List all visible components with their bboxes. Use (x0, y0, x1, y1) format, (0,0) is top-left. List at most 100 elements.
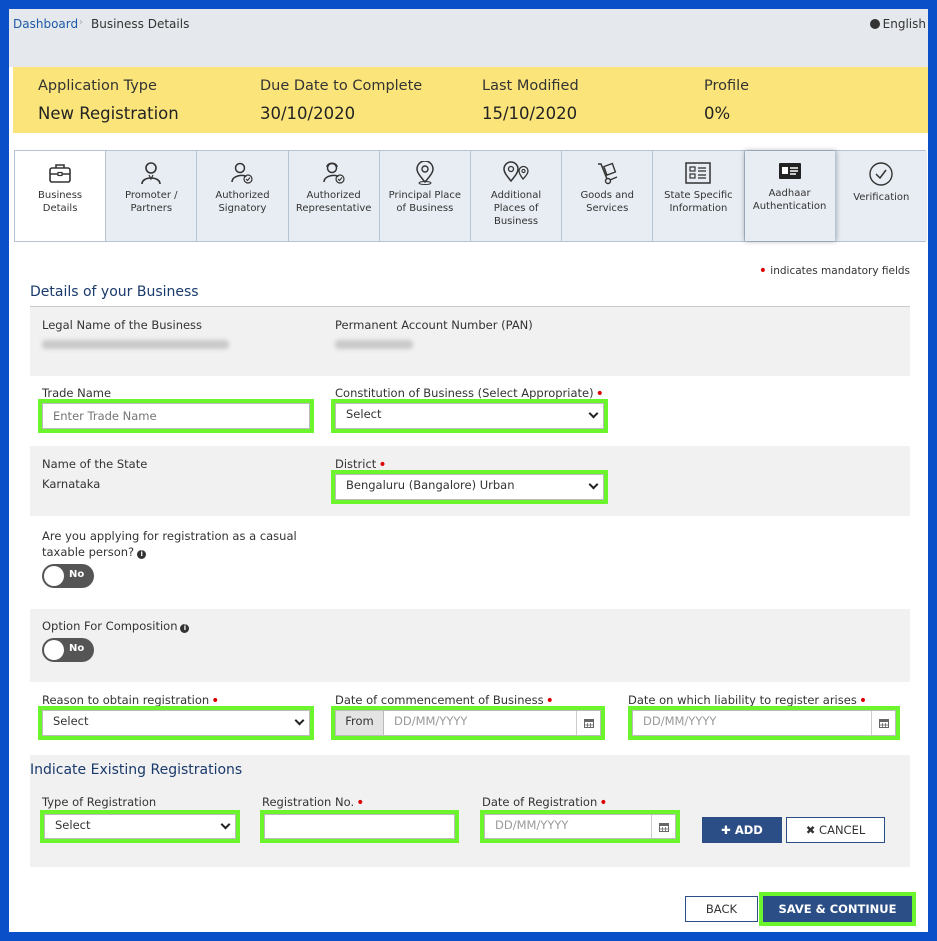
reason-highlight: Select (38, 706, 314, 740)
chevron-down-icon (588, 479, 599, 490)
info-label: Profile (704, 78, 750, 94)
tab-state-specific[interactable]: State Specific Information (653, 151, 745, 241)
tab-business-details[interactable]: Business Details (15, 151, 107, 241)
registration-type-value: Select (55, 818, 91, 832)
tab-label-line: Business (493, 216, 539, 227)
tab-label-line: Aadhaar (768, 188, 811, 199)
liability-placeholder: DD/MM/YYYY (643, 714, 717, 728)
briefcase-icon (49, 164, 71, 183)
promoter-icon (141, 162, 162, 185)
tab-goods-services[interactable]: Goods and Services (562, 151, 654, 241)
tab-label-line: Verification (853, 192, 910, 203)
cancel-registration-button[interactable]: ✖ CANCEL (786, 817, 885, 843)
registration-no-highlight (260, 810, 459, 843)
tab-verification[interactable]: Verification (835, 151, 927, 241)
liability-date-input[interactable]: DD/MM/YYYY (632, 710, 896, 736)
close-icon: ✖ (805, 823, 820, 837)
info-icon[interactable]: i (180, 624, 190, 633)
breadcrumb-dashboard-link[interactable]: Dashboard (13, 17, 78, 31)
info-value: 15/10/2020 (482, 104, 578, 123)
reason-value: Select (53, 714, 89, 728)
info-list-icon (685, 162, 712, 184)
info-label: Application Type (38, 78, 157, 94)
hand-truck-icon (598, 162, 618, 185)
section-title-existing: Indicate Existing Registrations (30, 762, 243, 778)
chevron-down-icon (220, 819, 231, 830)
toggle-state-label: No (69, 643, 85, 654)
tab-label-line: Authorized (306, 190, 361, 201)
tab-label-line: of Business (396, 203, 454, 214)
chevron-down-icon (588, 408, 599, 419)
tab-label-line: Authorized (215, 190, 270, 201)
calendar-icon[interactable] (651, 815, 675, 838)
district-value: Bengaluru (Bangalore) Urban (346, 478, 515, 492)
save-continue-highlight: SAVE & CONTINUE (759, 892, 916, 926)
composition-label: Option For Composition i (42, 619, 190, 633)
casual-label-line2: taxable person? (42, 545, 135, 559)
calendar-icon[interactable] (871, 711, 895, 735)
representative-icon (322, 162, 345, 184)
cancel-button-label: CANCEL (819, 823, 866, 837)
composition-toggle[interactable]: No (42, 638, 94, 662)
registration-date-input[interactable]: DD/MM/YYYY (484, 814, 676, 839)
casual-taxable-label: Are you applying for registration as a c… (42, 528, 297, 560)
casual-label-line1: Are you applying for registration as a c… (42, 529, 297, 543)
composition-label-text: Option For Composition (42, 619, 178, 633)
info-value: 0% (704, 104, 731, 123)
trade-name-highlight (38, 399, 314, 433)
district-select[interactable]: Bengaluru (Bangalore) Urban (335, 474, 604, 500)
chevron-down-icon (294, 715, 305, 726)
toggle-knob (44, 640, 64, 660)
info-value: New Registration (38, 104, 179, 123)
page-frame: Dashboard › Business Details English App… (9, 9, 928, 932)
registration-date-highlight: DD/MM/YYYY (480, 810, 680, 843)
registration-type-label: Type of Registration (42, 795, 157, 809)
tab-label-line: Business (38, 190, 83, 201)
reason-select[interactable]: Select (42, 710, 310, 736)
constitution-select[interactable]: Select (335, 403, 604, 429)
signatory-icon (231, 162, 254, 184)
trade-name-label: Trade Name (42, 386, 112, 400)
commencement-placeholder: DD/MM/YYYY (394, 714, 468, 728)
application-info-bar: Application Type New Registration Due Da… (13, 67, 928, 133)
breadcrumb-current: Business Details (91, 17, 190, 31)
add-registration-button[interactable]: ✚ ADD (702, 817, 782, 843)
tab-additional-places[interactable]: Additional Places of Business (470, 151, 563, 241)
tab-authorized-representative[interactable]: Authorized Representative (288, 151, 380, 241)
add-button-label: ADD (734, 823, 763, 837)
legal-name-value-redacted (42, 340, 229, 349)
state-label: Name of the State (42, 457, 148, 471)
registration-no-input[interactable] (264, 814, 455, 839)
registration-tabs: Business Details Promoter / Partners Aut… (14, 150, 927, 242)
trade-name-input[interactable] (42, 403, 310, 429)
commencement-date-input[interactable]: From DD/MM/YYYY (335, 710, 601, 736)
casual-taxable-toggle[interactable]: No (42, 564, 94, 588)
calendar-icon[interactable] (576, 711, 600, 735)
tab-label-line: Principal Place (388, 190, 462, 201)
language-selector[interactable]: English (869, 17, 926, 31)
legal-name-label: Legal Name of the Business (42, 318, 203, 332)
constitution-highlight: Select (331, 399, 608, 433)
info-label: Due Date to Complete (260, 78, 423, 94)
check-circle-icon (869, 162, 893, 186)
registration-type-select[interactable]: Select (44, 814, 236, 839)
save-and-continue-button[interactable]: SAVE & CONTINUE (763, 896, 912, 922)
required-dot: • (758, 263, 767, 279)
mandatory-note: • indicates mandatory fields (759, 263, 910, 279)
tab-label-line: Promoter / (125, 190, 178, 201)
back-button[interactable]: BACK (685, 896, 758, 922)
section-title-business: Details of your Business (30, 284, 199, 300)
mandatory-note-text: indicates mandatory fields (770, 265, 910, 277)
id-card-icon (778, 163, 801, 179)
info-icon[interactable]: i (137, 550, 147, 559)
tab-principal-place[interactable]: Principal Place of Business (379, 151, 471, 241)
state-value: Karnataka (42, 477, 101, 491)
tab-promoter-partners[interactable]: Promoter / Partners (106, 151, 198, 241)
tab-aadhaar-authentication[interactable]: Aadhaar Authentication (744, 151, 836, 241)
toggle-state-label: No (69, 569, 85, 580)
toggle-knob (44, 566, 64, 586)
tab-authorized-signatory[interactable]: Authorized Signatory (197, 151, 289, 241)
constitution-value: Select (346, 407, 382, 421)
breadcrumb-separator: › (79, 17, 83, 28)
info-label: Last Modified (482, 78, 579, 94)
